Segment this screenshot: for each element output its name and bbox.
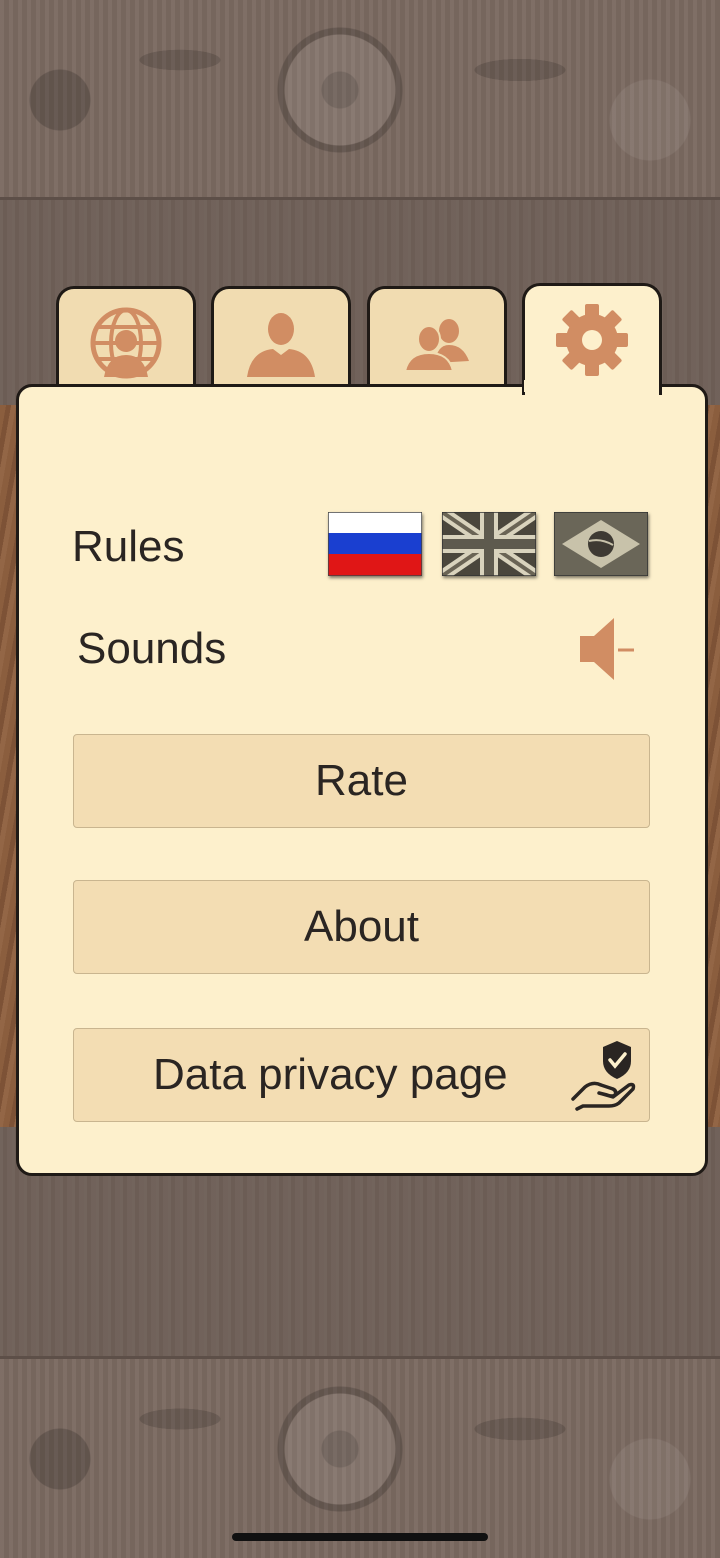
tab-online[interactable] <box>56 286 196 396</box>
uk-flag[interactable] <box>442 512 536 576</box>
home-indicator <box>232 1533 488 1541</box>
sounds-label: Sounds <box>77 624 227 673</box>
about-button[interactable]: About <box>73 880 650 974</box>
data-privacy-label: Data privacy page <box>153 1050 508 1099</box>
rate-button[interactable]: Rate <box>73 734 650 828</box>
globe-person-icon <box>90 307 162 379</box>
carved-ornament-top <box>0 0 720 200</box>
carved-ornament-bottom <box>0 1356 720 1558</box>
tab-single-player[interactable] <box>211 286 351 396</box>
tab-settings[interactable] <box>522 283 662 395</box>
gear-icon <box>556 304 628 376</box>
privacy-hand-shield-icon <box>571 1041 636 1111</box>
rules-label: Rules <box>72 522 185 571</box>
person-icon <box>247 313 315 377</box>
tab-two-players[interactable] <box>367 286 507 396</box>
russia-flag[interactable] <box>328 512 422 576</box>
data-privacy-button[interactable]: Data privacy page <box>73 1028 650 1122</box>
speaker-muted-icon[interactable] <box>576 614 638 684</box>
brazil-flag[interactable] <box>554 512 648 576</box>
two-persons-icon <box>403 319 469 372</box>
